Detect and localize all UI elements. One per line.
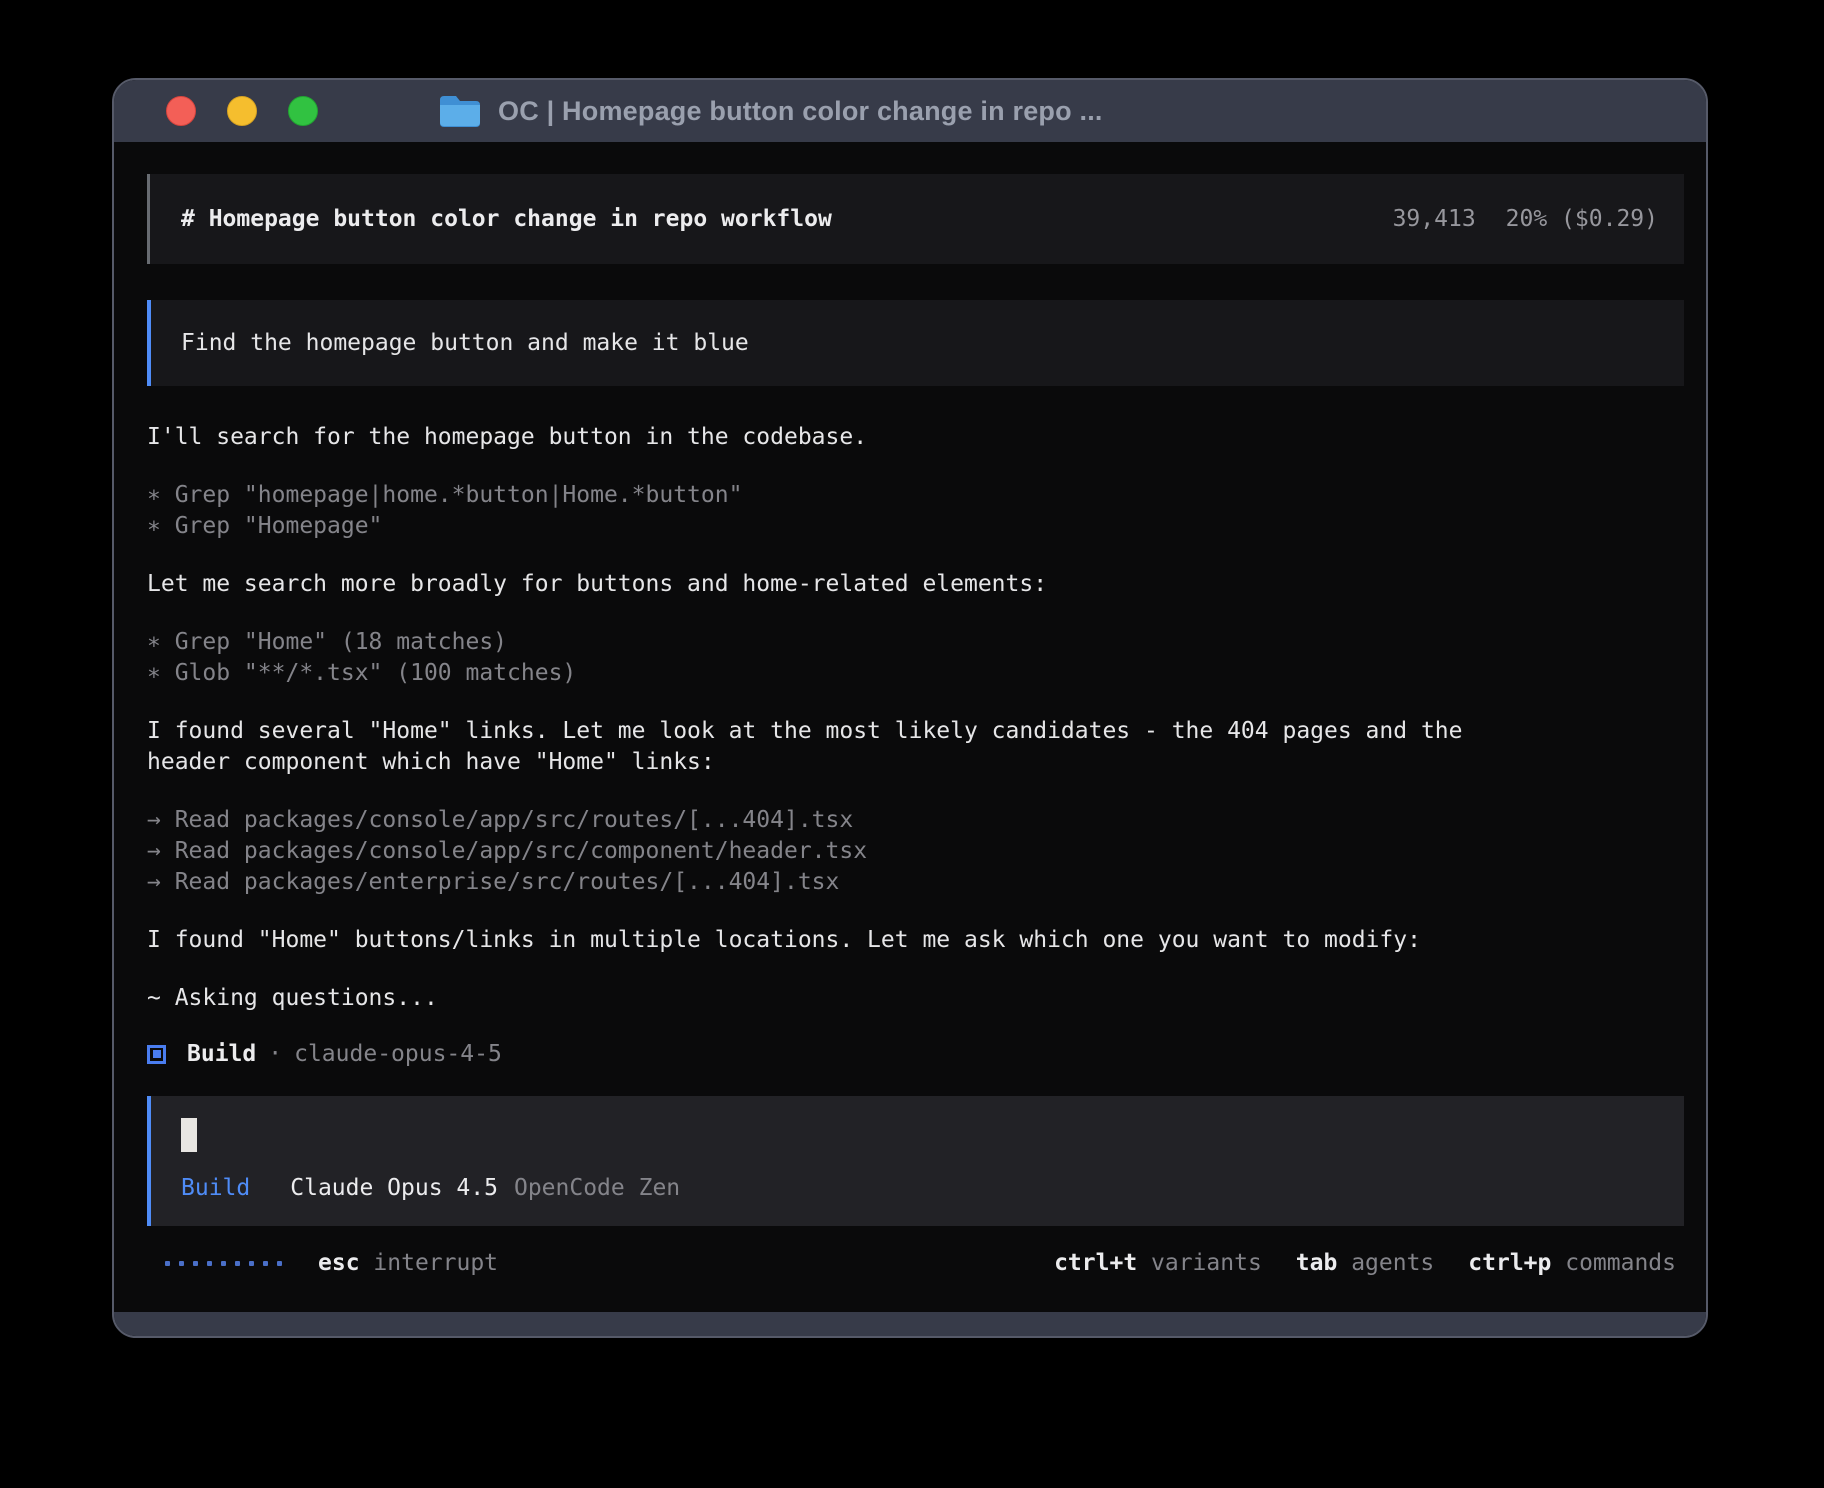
terminal-line: → Read packages/console/app/src/routes/[… <box>147 805 1684 836</box>
folder-icon <box>438 93 482 129</box>
tool-call-block: → Read packages/console/app/src/routes/[… <box>147 805 1684 898</box>
assistant-text-block: I'll search for the homepage button in t… <box>147 422 1684 453</box>
spinner-dot <box>165 1261 170 1266</box>
terminal-line: → Read packages/enterprise/src/routes/[.… <box>147 867 1684 898</box>
session-title: # Homepage button color change in repo w… <box>181 206 832 232</box>
maximize-button[interactable] <box>288 96 318 126</box>
user-message-text: Find the homepage button and make it blu… <box>181 328 749 359</box>
keybind-hint-commands: ctrl+p commands <box>1468 1250 1676 1276</box>
close-button[interactable] <box>166 96 196 126</box>
context-cost: 20% ($0.29) <box>1506 206 1658 232</box>
terminal-line: I found "Home" buttons/links in multiple… <box>147 925 1684 956</box>
terminal-line: ~ Asking questions... <box>147 983 1684 1014</box>
input-model-label[interactable]: Claude Opus 4.5 <box>290 1173 498 1204</box>
spinner-dot <box>221 1261 226 1266</box>
text-cursor <box>181 1118 197 1152</box>
input-agent-label[interactable]: Build <box>181 1173 250 1204</box>
esc-key: esc <box>318 1250 360 1276</box>
separator-dot: · <box>268 1041 282 1067</box>
terminal-line: I found several "Home" links. Let me loo… <box>147 716 1684 747</box>
status-bar: esc interrupt ctrl+t variantstab agentsc… <box>147 1250 1684 1276</box>
status-left: esc interrupt <box>165 1250 498 1276</box>
terminal-content: # Homepage button color change in repo w… <box>114 142 1706 1312</box>
assistant-text-block: ~ Asking questions... <box>147 983 1684 1014</box>
interrupt-label <box>360 1250 374 1276</box>
terminal-line: Let me search more broadly for buttons a… <box>147 569 1684 600</box>
spinner-dot <box>207 1261 212 1266</box>
agent-status-line: Build · claude-opus-4-5 <box>147 1041 1684 1067</box>
keybind-hint-agents: tab agents <box>1296 1250 1434 1276</box>
tool-call-block: ∗ Grep "homepage|home.*button|Home.*butt… <box>147 480 1684 542</box>
window-title: OC | Homepage button color change in rep… <box>498 96 1103 127</box>
spinner-dot <box>179 1261 184 1266</box>
spinner-dot <box>277 1261 282 1266</box>
traffic-lights <box>166 96 318 126</box>
spinner-dot <box>235 1261 240 1266</box>
terminal-line: ∗ Grep "Home" (18 matches) <box>147 627 1684 658</box>
assistant-transcript: I'll search for the homepage button in t… <box>147 422 1684 1041</box>
activity-spinner-dots <box>165 1261 282 1266</box>
spinner-dot <box>263 1261 268 1266</box>
title-group: OC | Homepage button color change in rep… <box>438 93 1103 129</box>
keybind-hints: ctrl+t variants tab agents ctrl+p commands <box>1054 1250 1676 1276</box>
keybind-hint-variants: ctrl+t variants <box>1054 1250 1262 1276</box>
spinner-dot <box>193 1261 198 1266</box>
assistant-text-block: I found several "Home" links. Let me loo… <box>147 716 1684 778</box>
tool-call-block: ∗ Grep "Home" (18 matches)∗ Glob "**/*.t… <box>147 627 1684 689</box>
input-provider-label: OpenCode Zen <box>514 1173 680 1204</box>
session-stats: 39,413 20% ($0.29) <box>1393 206 1658 232</box>
assistant-text-block: Let me search more broadly for buttons a… <box>147 569 1684 600</box>
window-bottom-chrome <box>114 1312 1706 1336</box>
spinner-dot <box>249 1261 254 1266</box>
terminal-line: I'll search for the homepage button in t… <box>147 422 1684 453</box>
minimize-button[interactable] <box>227 96 257 126</box>
terminal-line: ∗ Grep "Homepage" <box>147 511 1684 542</box>
terminal-line: ∗ Grep "homepage|home.*button|Home.*butt… <box>147 480 1684 511</box>
agent-build-icon <box>147 1045 166 1064</box>
user-message: Find the homepage button and make it blu… <box>147 300 1684 386</box>
prompt-input[interactable]: Build Claude Opus 4.5 OpenCode Zen <box>147 1096 1684 1226</box>
token-count: 39,413 <box>1393 206 1476 232</box>
interrupt-hint: esc interrupt <box>318 1250 498 1276</box>
agent-name: Build <box>187 1041 256 1067</box>
window-titlebar[interactable]: OC | Homepage button color change in rep… <box>114 80 1706 142</box>
terminal-line: header component which have "Home" links… <box>147 747 1684 778</box>
agent-model: claude-opus-4-5 <box>294 1041 502 1067</box>
input-meta: Build Claude Opus 4.5 OpenCode Zen <box>181 1173 1684 1204</box>
assistant-text-block: I found "Home" buttons/links in multiple… <box>147 925 1684 956</box>
terminal-line: ∗ Glob "**/*.tsx" (100 matches) <box>147 658 1684 689</box>
terminal-line: → Read packages/console/app/src/componen… <box>147 836 1684 867</box>
terminal-window: OC | Homepage button color change in rep… <box>112 78 1708 1338</box>
session-header: # Homepage button color change in repo w… <box>147 174 1684 264</box>
